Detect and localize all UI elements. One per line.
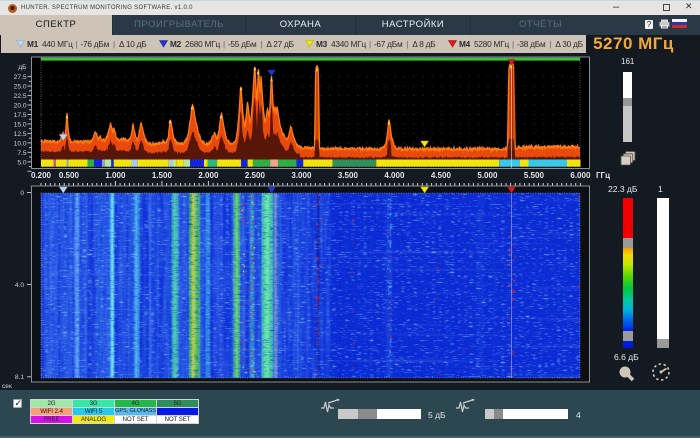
svg-text:3.500: 3.500 (338, 171, 359, 180)
svg-text:15.0: 15.0 (14, 121, 27, 128)
svg-text:27.5: 27.5 (14, 74, 27, 81)
svg-text:17.5: 17.5 (14, 112, 27, 119)
svg-text:20.0: 20.0 (14, 103, 27, 110)
svg-text:сек: сек (2, 383, 12, 390)
svg-text:2.500: 2.500 (245, 171, 266, 180)
svg-text:7.5: 7.5 (17, 150, 26, 157)
svg-text:2.000: 2.000 (198, 171, 219, 180)
svg-text:6.000: 6.000 (570, 171, 591, 180)
svg-text:5.500: 5.500 (524, 171, 545, 180)
svg-text:10.0: 10.0 (14, 140, 27, 147)
svg-text:дБ: дБ (18, 64, 26, 71)
svg-text:12.5: 12.5 (14, 131, 27, 138)
svg-text:3.000: 3.000 (291, 171, 312, 180)
svg-text:4.000: 4.000 (384, 171, 405, 180)
svg-text:1.500: 1.500 (152, 171, 173, 180)
svg-text:1.000: 1.000 (105, 171, 126, 180)
svg-text:4.500: 4.500 (431, 171, 452, 180)
svg-text:25.0: 25.0 (14, 84, 27, 91)
svg-text:0.200: 0.200 (31, 171, 52, 180)
svg-text:5.000: 5.000 (477, 171, 498, 180)
svg-text:0: 0 (20, 190, 24, 197)
svg-text:8.1: 8.1 (15, 374, 24, 381)
svg-text:22.5: 22.5 (14, 93, 27, 100)
svg-text:4.0: 4.0 (15, 282, 24, 289)
svg-text:5.0: 5.0 (17, 159, 26, 166)
svg-text:0.500: 0.500 (59, 171, 80, 180)
